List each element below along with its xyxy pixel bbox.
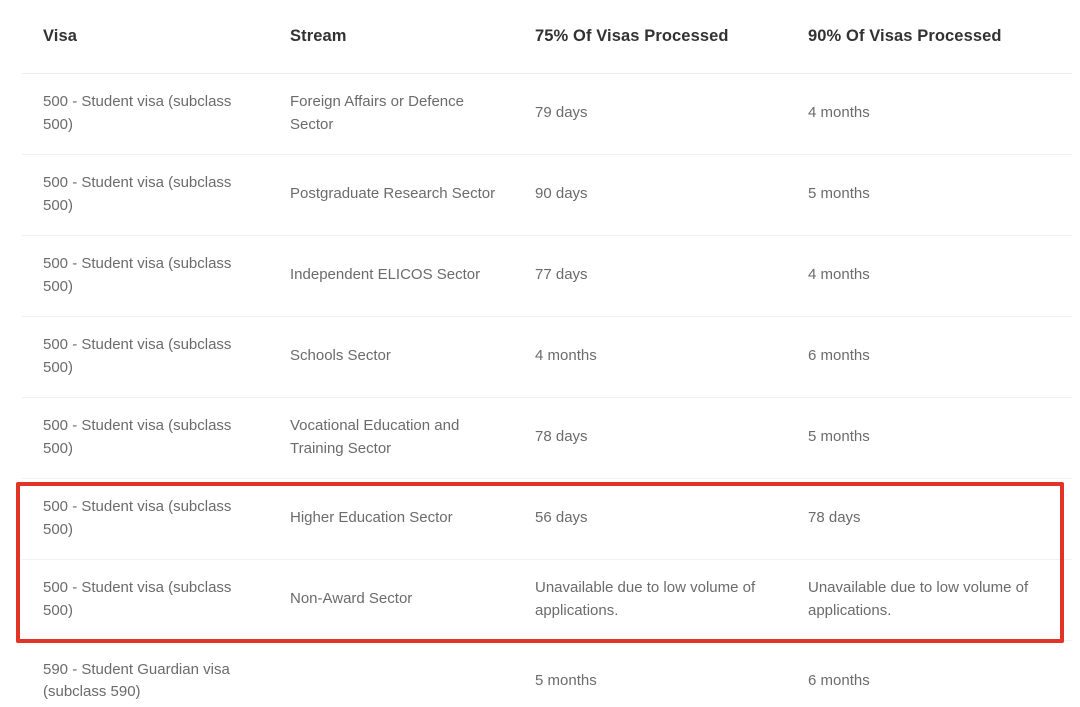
cell-text: Foreign Affairs or Defence Sector (290, 93, 464, 133)
cell-p75: 90 days (514, 154, 787, 236)
cell-text: 6 months (808, 671, 870, 689)
cell-stream: Independent ELICOS Sector (269, 235, 514, 317)
cell-text: Postgraduate Research Sector (290, 185, 496, 203)
cell-visa: 500 - Student visa (subclass 500) (22, 316, 269, 398)
cell-text: Independent ELICOS Sector (290, 266, 481, 284)
cell-p90: 6 months (787, 316, 1072, 398)
cell-visa: 590 - Student Guardian visa (subclass 59… (22, 640, 269, 707)
cell-visa: 500 - Student visa (subclass 500) (22, 559, 269, 641)
cell-text: 500 - Student visa (subclass 500) (43, 93, 232, 133)
cell-p90: 78 days (787, 478, 1072, 560)
cell-text: 78 days (808, 509, 861, 527)
cell-stream: Vocational Education and Training Sector (269, 397, 514, 479)
cell-text: Schools Sector (290, 347, 391, 365)
cell-text: 590 - Student Guardian visa (subclass 59… (43, 660, 230, 700)
cell-text: 5 months (808, 185, 870, 203)
table-row: 500 - Student visa (subclass 500) Postgra… (22, 154, 1072, 236)
cell-text: Vocational Education and Training Sector (290, 417, 460, 457)
cell-text: 500 - Student visa (subclass 500) (43, 255, 232, 295)
cell-p75: Unavailable due to low volume of applica… (514, 559, 787, 641)
cell-text: 5 months (535, 671, 597, 689)
cell-stream (269, 640, 514, 707)
table-row: 500 - Student visa (subclass 500) Vocatio… (22, 397, 1072, 479)
cell-p90: Unavailable due to low volume of applica… (787, 559, 1072, 641)
cell-text: 500 - Student visa (subclass 500) (43, 417, 232, 457)
cell-p90: 6 months (787, 640, 1072, 707)
column-header-stream[interactable]: Stream (269, 0, 514, 74)
table-body: 500 - Student visa (subclass 500) Foreign… (22, 73, 1072, 707)
cell-text: 6 months (808, 347, 870, 365)
cell-text: 77 days (535, 266, 588, 284)
table-row: 500 - Student visa (subclass 500) Higher … (22, 478, 1072, 560)
cell-stream: Schools Sector (269, 316, 514, 398)
cell-visa: 500 - Student visa (subclass 500) (22, 73, 269, 155)
cell-text: 5 months (808, 428, 870, 446)
cell-text: Unavailable due to low volume of applica… (808, 579, 1029, 619)
cell-p75: 56 days (514, 478, 787, 560)
cell-text: Unavailable due to low volume of applica… (535, 579, 756, 619)
cell-p75: 77 days (514, 235, 787, 317)
cell-text: 500 - Student visa (subclass 500) (43, 498, 232, 538)
table-row: 500 - Student visa (subclass 500) Indepen… (22, 235, 1072, 317)
cell-text: 4 months (535, 347, 597, 365)
cell-text: 500 - Student visa (subclass 500) (43, 174, 232, 214)
column-header-visa[interactable]: Visa (22, 0, 269, 74)
cell-visa: 500 - Student visa (subclass 500) (22, 478, 269, 560)
table-row: 500 - Student visa (subclass 500) Non-Awa… (22, 559, 1072, 641)
table-row: 500 - Student visa (subclass 500) Foreign… (22, 73, 1072, 155)
cell-p75: 5 months (514, 640, 787, 707)
cell-text: 500 - Student visa (subclass 500) (43, 336, 232, 376)
cell-stream: Foreign Affairs or Defence Sector (269, 73, 514, 155)
column-header-90-percent[interactable]: 90% Of Visas Processed (787, 0, 1072, 74)
cell-text: 500 - Student visa (subclass 500) (43, 579, 232, 619)
cell-stream: Higher Education Sector (269, 478, 514, 560)
cell-p90: 4 months (787, 235, 1072, 317)
cell-text: 56 days (535, 509, 588, 527)
cell-p90: 4 months (787, 73, 1072, 155)
visa-processing-times-table: Visa Stream 75% Of Visas Processed 90% O… (22, 0, 1072, 707)
cell-visa: 500 - Student visa (subclass 500) (22, 154, 269, 236)
cell-text: 4 months (808, 104, 870, 122)
column-header-75-percent[interactable]: 75% Of Visas Processed (514, 0, 787, 74)
visa-processing-times-page: Visa Stream 75% Of Visas Processed 90% O… (0, 0, 1080, 707)
cell-text: 4 months (808, 266, 870, 284)
cell-p90: 5 months (787, 397, 1072, 479)
table-header: Visa Stream 75% Of Visas Processed 90% O… (22, 0, 1072, 74)
table-header-row: Visa Stream 75% Of Visas Processed 90% O… (22, 0, 1072, 74)
cell-text: 90 days (535, 185, 588, 203)
cell-visa: 500 - Student visa (subclass 500) (22, 235, 269, 317)
cell-p90: 5 months (787, 154, 1072, 236)
cell-p75: 4 months (514, 316, 787, 398)
cell-text: 78 days (535, 428, 588, 446)
cell-visa: 500 - Student visa (subclass 500) (22, 397, 269, 479)
cell-p75: 79 days (514, 73, 787, 155)
cell-p75: 78 days (514, 397, 787, 479)
table-row: 500 - Student visa (subclass 500) Schools… (22, 316, 1072, 398)
table-row: 590 - Student Guardian visa (subclass 59… (22, 640, 1072, 707)
cell-stream: Postgraduate Research Sector (269, 154, 514, 236)
cell-text: Higher Education Sector (290, 509, 453, 527)
cell-stream: Non-Award Sector (269, 559, 514, 641)
cell-text: 79 days (535, 104, 588, 122)
cell-text: Non-Award Sector (290, 590, 413, 608)
